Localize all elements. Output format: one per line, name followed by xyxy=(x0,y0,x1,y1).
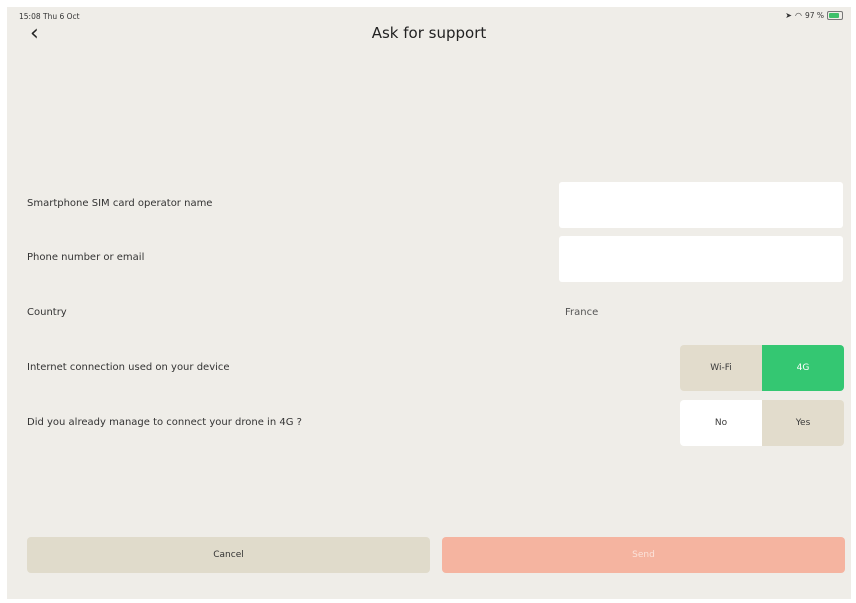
connection-option-4g[interactable]: 4G xyxy=(762,345,844,391)
battery-icon xyxy=(827,11,843,20)
app-screen: 15:08 Thu 6 Oct ➤ ◠ 97 % ‹ Ask for suppo… xyxy=(7,7,851,599)
status-indicators: ➤ ◠ 97 % xyxy=(785,11,843,20)
sim-operator-label: Smartphone SIM card operator name xyxy=(27,198,213,209)
drone-4g-option-no[interactable]: No xyxy=(680,400,762,446)
contact-input[interactable] xyxy=(559,236,843,282)
sim-operator-input[interactable] xyxy=(559,182,843,228)
drone-4g-label: Did you already manage to connect your d… xyxy=(27,417,302,428)
battery-percent: 97 % xyxy=(804,11,824,20)
drone-4g-option-yes[interactable]: Yes xyxy=(762,400,844,446)
wifi-icon: ◠ xyxy=(794,11,802,20)
cancel-button[interactable]: Cancel xyxy=(27,537,430,573)
send-button[interactable]: Send xyxy=(442,537,845,573)
country-value[interactable]: France xyxy=(565,307,598,318)
status-time: 15:08 Thu 6 Oct xyxy=(19,12,80,21)
country-label: Country xyxy=(27,307,67,318)
page-title: Ask for support xyxy=(371,24,487,42)
contact-label: Phone number or email xyxy=(27,252,145,263)
location-icon: ➤ xyxy=(785,11,792,20)
connection-label: Internet connection used on your device xyxy=(27,362,230,373)
connection-option-wifi[interactable]: Wi-Fi xyxy=(680,345,762,391)
